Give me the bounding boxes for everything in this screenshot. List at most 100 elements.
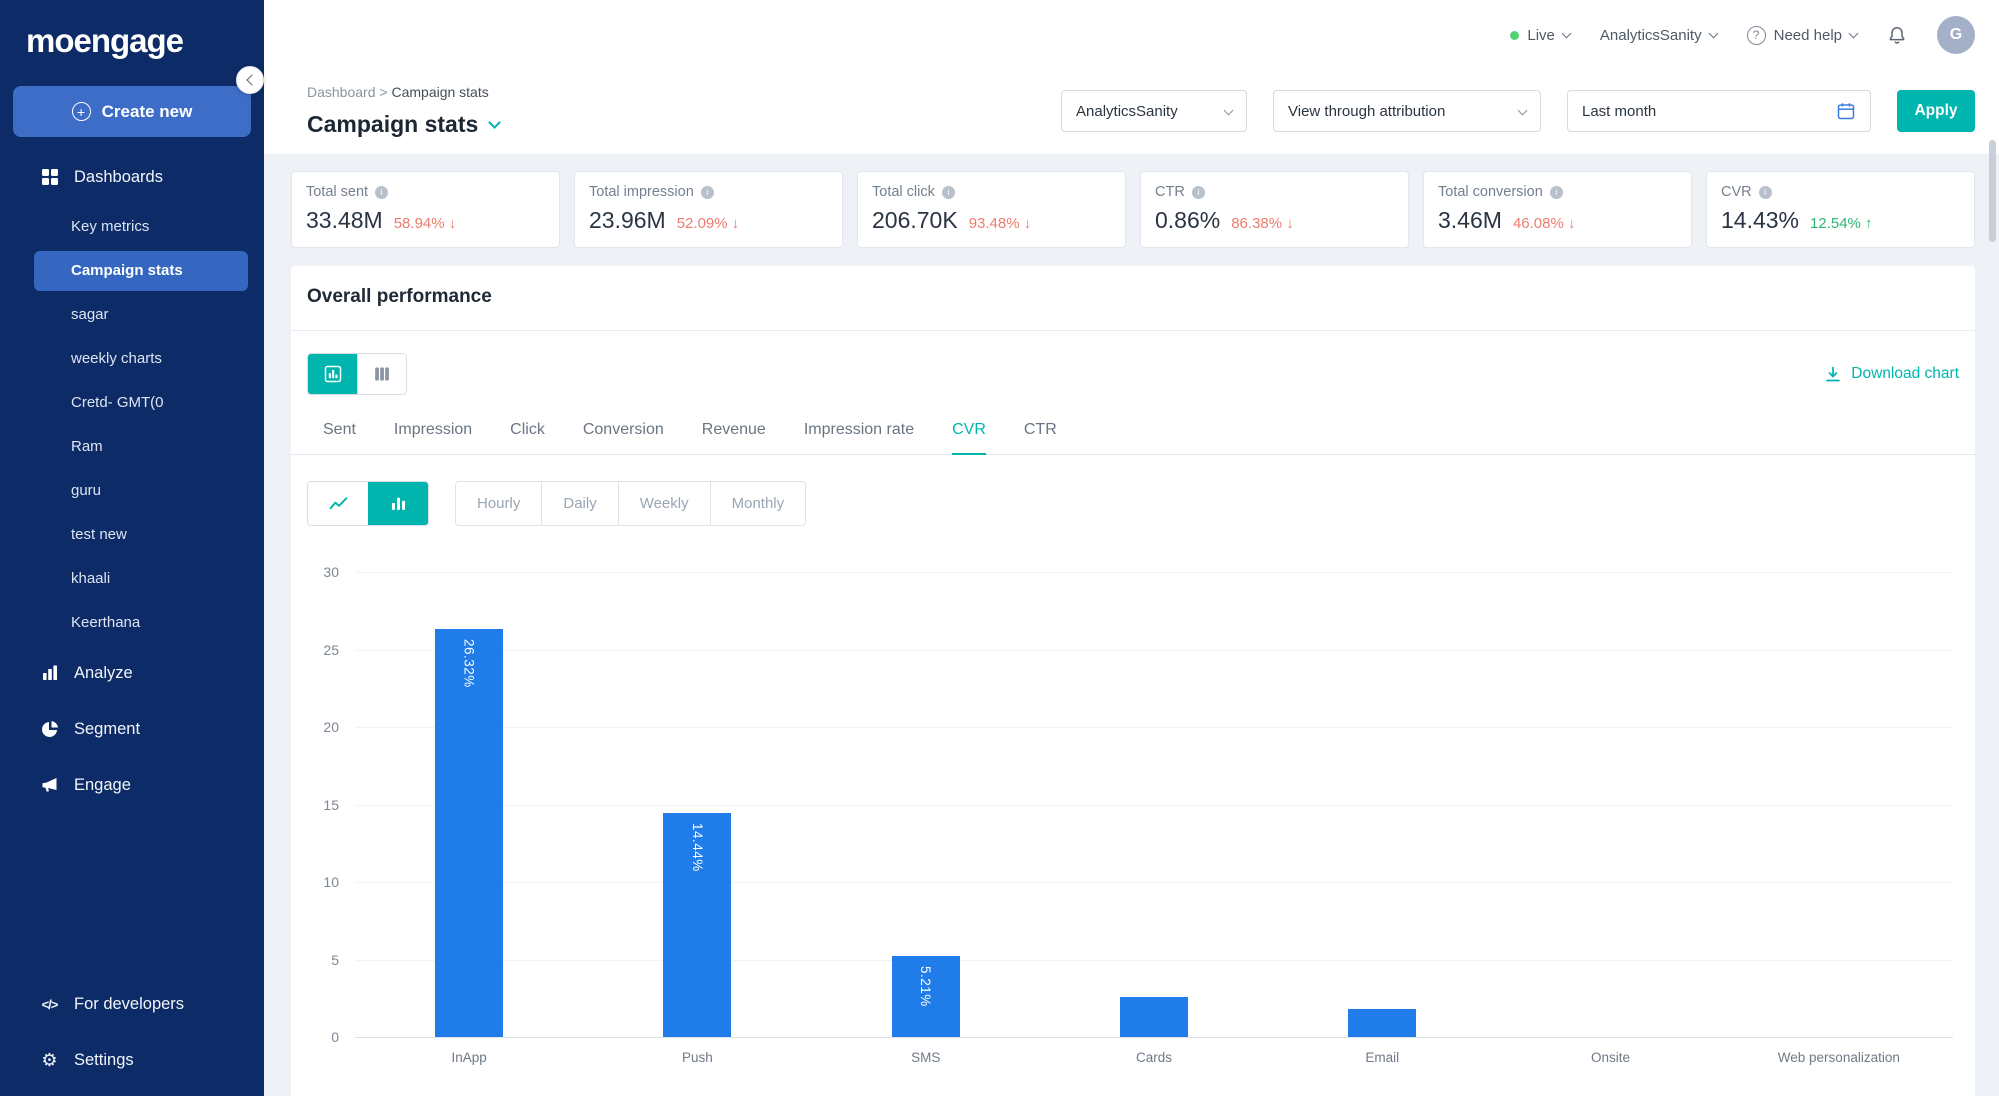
stat-card-total-conversion: Total conversioni3.46M46.08% ↓	[1423, 171, 1692, 248]
y-tick-label: 5	[331, 952, 339, 968]
stat-value: 23.96M	[589, 207, 666, 234]
info-icon[interactable]: i	[375, 186, 388, 199]
x-axis-labels: InAppPushSMSCardsEmailOnsiteWeb personal…	[355, 1037, 1953, 1065]
filters: AnalyticsSanity View through attribution…	[1061, 90, 1975, 132]
gridline	[355, 1037, 1953, 1038]
y-tick-label: 0	[331, 1029, 339, 1045]
org-filter-value: AnalyticsSanity	[1076, 103, 1178, 120]
table-view-toggle[interactable]	[357, 354, 406, 394]
info-icon[interactable]: i	[1192, 186, 1205, 199]
sidebar-item-guru[interactable]: guru	[0, 469, 264, 513]
tab-revenue[interactable]: Revenue	[702, 421, 766, 454]
y-tick-label: 10	[323, 874, 339, 890]
bar-column-sms: 5.21%	[812, 572, 1040, 1037]
panel-controls: Download chart	[291, 353, 1975, 395]
apply-button[interactable]: Apply	[1897, 90, 1975, 132]
bar-email[interactable]	[1348, 1009, 1416, 1037]
page-title-text: Campaign stats	[307, 111, 478, 138]
chart-view-toggle[interactable]	[308, 354, 357, 394]
sidebar-item-key-metrics[interactable]: Key metrics	[0, 205, 264, 249]
x-tick-label-inapp: InApp	[355, 1037, 583, 1065]
stat-delta: 93.48% ↓	[969, 215, 1032, 232]
dashboards-label: Dashboards	[74, 168, 163, 187]
download-chart-link[interactable]: Download chart	[1824, 365, 1959, 383]
need-help-dropdown[interactable]: ? Need help	[1747, 26, 1857, 45]
breadcrumb-separator: >	[379, 84, 387, 100]
live-status-dropdown[interactable]: Live	[1510, 27, 1570, 44]
granularity-monthly[interactable]: Monthly	[710, 482, 806, 525]
table-view-icon	[373, 365, 391, 383]
bar-chart-icon	[389, 494, 408, 513]
bar-chart-toggle[interactable]	[368, 482, 428, 525]
need-help-label: Need help	[1774, 27, 1842, 44]
tab-click[interactable]: Click	[510, 421, 545, 454]
x-tick-label-web-personalization: Web personalization	[1725, 1037, 1953, 1065]
tab-ctr[interactable]: CTR	[1024, 421, 1057, 454]
bell-icon	[1887, 25, 1907, 45]
sidebar-item-for-developers[interactable]: </> For developers	[0, 976, 264, 1032]
sidebar: moengage + Create new Dashboards Key met…	[0, 0, 264, 1096]
bar-push[interactable]: 14.44%	[663, 813, 731, 1037]
scrollbar-thumb[interactable]	[1989, 140, 1996, 242]
stat-card-total-sent: Total senti33.48M58.94% ↓	[291, 171, 560, 248]
granularity-weekly[interactable]: Weekly	[618, 482, 710, 525]
sidebar-item-campaign-stats[interactable]: Campaign stats	[34, 251, 248, 291]
calendar-icon	[1836, 101, 1856, 121]
bar-sms[interactable]: 5.21%	[892, 956, 960, 1037]
sidebar-collapse-button[interactable]	[236, 66, 264, 94]
org-dropdown[interactable]: AnalyticsSanity	[1600, 27, 1717, 44]
sidebar-item-test-new[interactable]: test new	[0, 513, 264, 557]
create-new-button[interactable]: + Create new	[13, 86, 251, 137]
bar-column-push: 14.44%	[583, 572, 811, 1037]
sidebar-item-settings[interactable]: ⚙ Settings	[0, 1032, 264, 1088]
breadcrumb-parent[interactable]: Dashboard	[307, 84, 376, 100]
dashboard-list: Key metricsCampaign statssagarweekly cha…	[0, 205, 264, 645]
dashboards-grid-icon	[40, 168, 59, 186]
chart-type-toggle-group	[307, 481, 429, 526]
granularity-hourly[interactable]: Hourly	[456, 482, 541, 525]
sidebar-footer: </> For developers ⚙ Settings	[0, 976, 264, 1088]
info-icon[interactable]: i	[1550, 186, 1563, 199]
sidebar-item-sagar[interactable]: sagar	[0, 293, 264, 337]
sidebar-item-khaali[interactable]: khaali	[0, 557, 264, 601]
info-icon[interactable]: i	[701, 186, 714, 199]
sidebar-item-dashboards[interactable]: Dashboards	[0, 149, 264, 205]
chevron-left-icon	[246, 74, 257, 85]
info-icon[interactable]: i	[942, 186, 955, 199]
y-tick-label: 15	[323, 797, 339, 813]
granularity-daily[interactable]: Daily	[541, 482, 617, 525]
org-filter-dropdown[interactable]: AnalyticsSanity	[1061, 90, 1247, 132]
sidebar-item-cretd-gmt-0[interactable]: Cretd- GMT(0	[0, 381, 264, 425]
sidebar-item-analyze[interactable]: Analyze	[0, 645, 264, 701]
tab-cvr[interactable]: CVR	[952, 421, 986, 455]
sidebar-item-ram[interactable]: Ram	[0, 425, 264, 469]
bar-cards[interactable]	[1120, 997, 1188, 1037]
stat-delta: 58.94% ↓	[394, 215, 457, 232]
create-new-label: Create new	[102, 102, 193, 122]
sidebar-item-keerthana[interactable]: Keerthana	[0, 601, 264, 645]
bar-inapp[interactable]: 26.32%	[435, 629, 503, 1037]
tab-sent[interactable]: Sent	[323, 421, 356, 454]
stat-card-total-click: Total clicki206.70K93.48% ↓	[857, 171, 1126, 248]
date-range-picker[interactable]: Last month	[1567, 90, 1871, 132]
attribution-filter-dropdown[interactable]: View through attribution	[1273, 90, 1541, 132]
engage-label: Engage	[74, 776, 131, 795]
sidebar-item-weekly-charts[interactable]: weekly charts	[0, 337, 264, 381]
sidebar-item-engage[interactable]: Engage	[0, 757, 264, 813]
info-icon[interactable]: i	[1759, 186, 1772, 199]
panel-title: Overall performance	[291, 266, 1975, 330]
overall-performance-panel: Overall performance	[291, 266, 1975, 1096]
notifications-button[interactable]	[1887, 25, 1907, 45]
tab-impression[interactable]: Impression	[394, 421, 472, 454]
tab-impression-rate[interactable]: Impression rate	[804, 421, 914, 454]
breadcrumb: Dashboard > Campaign stats	[307, 84, 499, 100]
avatar[interactable]: G	[1937, 16, 1975, 54]
bars: 26.32% 14.44% 5.21%	[355, 572, 1953, 1037]
line-chart-toggle[interactable]	[308, 482, 368, 525]
title-chevron-down-icon[interactable]	[488, 116, 501, 129]
sidebar-item-segment[interactable]: Segment	[0, 701, 264, 757]
tab-conversion[interactable]: Conversion	[583, 421, 664, 454]
plot-area: 26.32% 14.44% 5.21%	[355, 572, 1953, 1037]
stat-delta: 12.54% ↑	[1810, 215, 1873, 232]
stat-label: Total click	[872, 184, 935, 200]
